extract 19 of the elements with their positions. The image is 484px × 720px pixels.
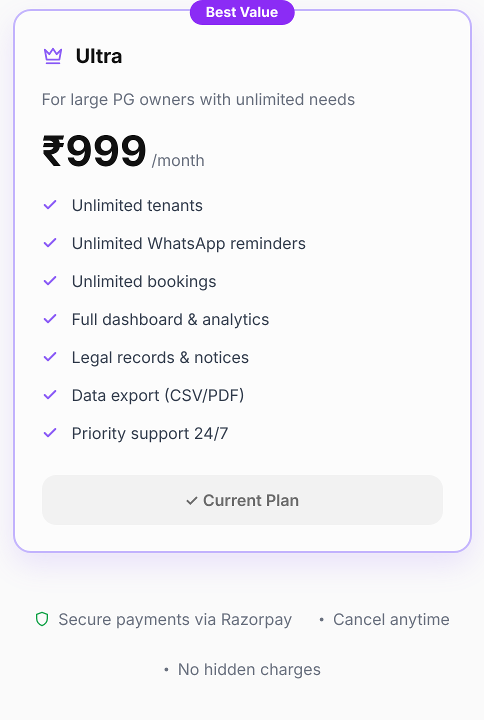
feature-text: Unlimited WhatsApp reminders — [72, 232, 306, 255]
footer-note: Secure payments via Razorpay — [58, 608, 292, 631]
bullet: • — [318, 610, 325, 628]
feature-text: Unlimited tenants — [72, 194, 204, 217]
feature-text: Legal records & notices — [72, 346, 250, 369]
footer-note: No hidden charges — [178, 658, 322, 681]
price: ₹999 — [42, 131, 148, 173]
price-period: /month — [151, 149, 205, 172]
shield-icon — [34, 610, 50, 628]
feature-text: Priority support 24/7 — [72, 422, 228, 445]
plan-description: For large PG owners with unlimited needs — [42, 88, 356, 111]
crown-icon — [42, 46, 64, 66]
bullet: • — [162, 660, 170, 678]
plan-name: Ultra — [76, 43, 123, 70]
feature-text: Unlimited bookings — [72, 270, 217, 293]
feature-text: Data export (CSV/PDF) — [72, 384, 245, 407]
feature-text: Full dashboard & analytics — [72, 308, 270, 331]
footer-note: Cancel anytime — [332, 608, 450, 631]
best-value-badge: Best Value — [190, 0, 294, 25]
